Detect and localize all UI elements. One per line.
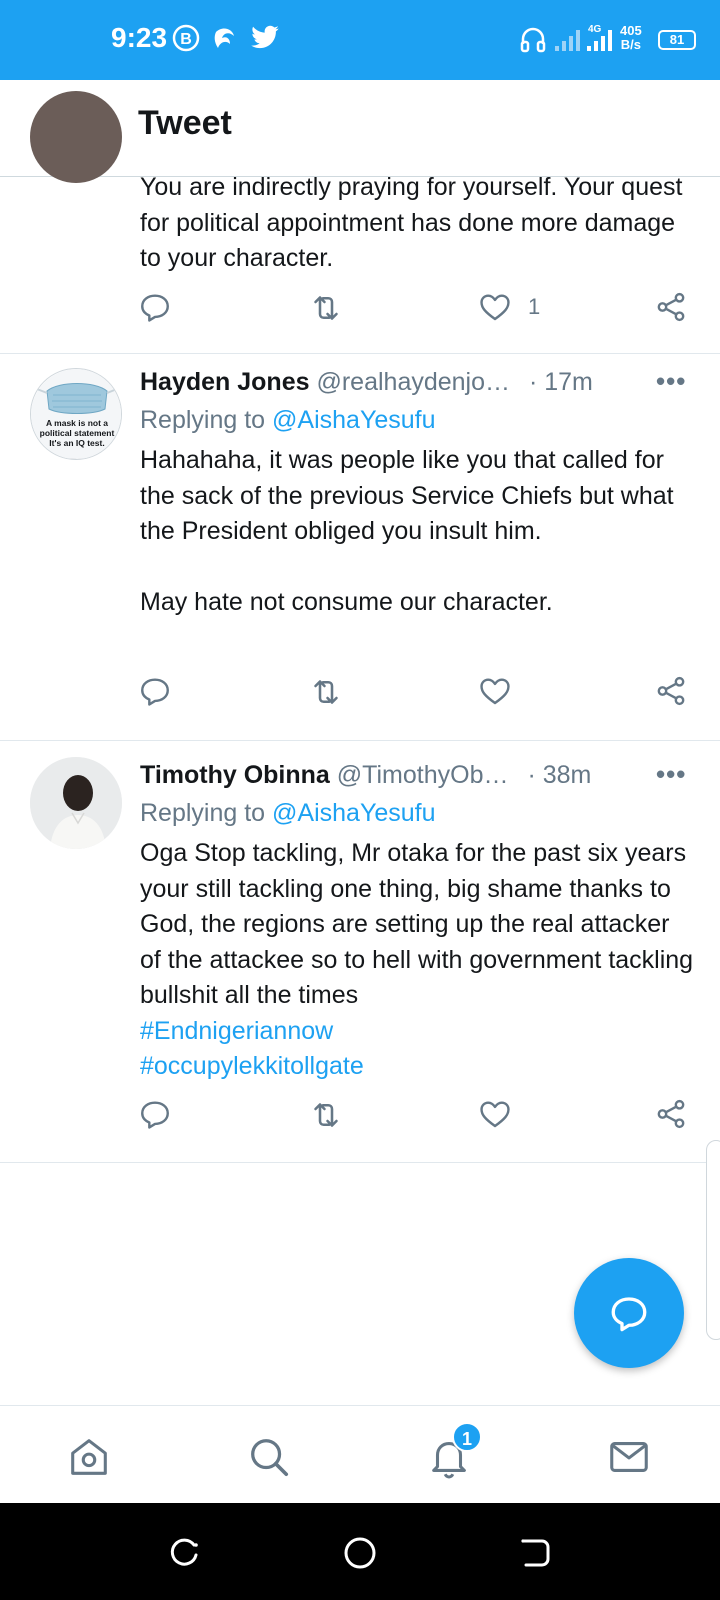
replying-to: Replying to @AishaYesufu xyxy=(140,799,435,828)
edge-panel-handle[interactable] xyxy=(706,1140,720,1340)
tweet-time: · 17m xyxy=(528,368,593,396)
vpn-b-icon: B xyxy=(172,22,200,59)
author-handle[interactable]: @TimothyOb… xyxy=(337,761,509,789)
status-time: 9:23 xyxy=(111,22,168,53)
notification-badge: 1 xyxy=(452,1422,482,1452)
reply-icon[interactable] xyxy=(138,290,174,326)
headphones-icon xyxy=(520,26,546,59)
share-icon[interactable] xyxy=(654,290,690,326)
compose-reply-icon xyxy=(611,1297,647,1332)
home-button-icon[interactable] xyxy=(340,1533,380,1573)
reply-icon[interactable] xyxy=(138,1097,174,1133)
home-icon[interactable] xyxy=(66,1434,114,1482)
mention-link[interactable]: @AishaYesufu xyxy=(272,406,435,434)
search-icon[interactable] xyxy=(246,1434,294,1482)
author-name[interactable]: Timothy Obinna xyxy=(140,761,330,789)
tweet-actions: 1 xyxy=(0,290,720,330)
bottom-navigation: 1 xyxy=(0,1405,720,1503)
network-speed: 405 B/s xyxy=(620,24,642,52)
replying-to: Replying to @AishaYesufu xyxy=(140,406,435,435)
network-speed-value: 405 xyxy=(620,23,642,38)
hashtag-link[interactable]: #occupylekkitollgate xyxy=(140,1049,695,1085)
retweet-icon[interactable] xyxy=(308,674,344,710)
reply-icon[interactable] xyxy=(138,674,174,710)
svg-text:B: B xyxy=(180,31,192,48)
hashtag-link[interactable]: #Endnigeriannow xyxy=(140,1014,695,1050)
tweet-item[interactable]: Timothy Obinna @TimothyOb… · 38m ••• Rep… xyxy=(0,741,720,1163)
signal-weak-icon xyxy=(554,26,582,57)
avatar-caption-1: A mask is not a xyxy=(46,418,108,428)
tweet-text: Oga Stop tackling, Mr otaka for the past… xyxy=(140,839,694,1009)
recent-apps-icon[interactable] xyxy=(164,1533,204,1573)
status-bar: 9:23 B 4G 405 B/s 81 xyxy=(0,0,720,80)
avatar[interactable]: A mask is not a political statement It's… xyxy=(30,368,122,460)
avatar-caption-2: political statement xyxy=(40,428,115,438)
messages-icon[interactable] xyxy=(606,1434,654,1482)
network-type-label: 4G xyxy=(588,24,602,35)
tweet-item[interactable]: You are indirectly praying for yourself.… xyxy=(0,91,720,354)
network-speed-unit: B/s xyxy=(620,37,641,52)
retweet-icon[interactable] xyxy=(308,1097,344,1133)
like-count: 1 xyxy=(528,294,541,319)
tweet-text: Hahahaha, it was people like you that ca… xyxy=(140,446,674,616)
replying-label: Replying to xyxy=(140,799,273,827)
avatar[interactable] xyxy=(30,757,122,849)
tweet-actions xyxy=(0,1097,720,1137)
tweet-text: You are indirectly praying for yourself.… xyxy=(140,173,690,272)
twitter-bird-icon xyxy=(250,22,280,57)
avatar[interactable] xyxy=(30,91,122,183)
share-icon[interactable] xyxy=(654,674,690,710)
back-gesture-icon[interactable] xyxy=(516,1533,556,1573)
signal-4g-icon: 4G xyxy=(586,22,616,59)
more-options-button[interactable]: ••• xyxy=(656,759,686,790)
tweet-author-line: Hayden Jones @realhaydenjo… · 17m xyxy=(140,368,593,402)
mention-link[interactable]: @AishaYesufu xyxy=(272,799,435,827)
author-handle[interactable]: @realhaydenjo… xyxy=(316,368,510,396)
tweet-time: · 38m xyxy=(527,761,592,789)
like-icon[interactable] xyxy=(478,1097,514,1133)
avatar-caption-3: It's an IQ test. xyxy=(49,438,104,448)
battery-indicator: 81 xyxy=(658,30,696,50)
app-notification-icon xyxy=(212,22,238,59)
like-icon[interactable] xyxy=(478,674,514,710)
tweet-author-line: Timothy Obinna @TimothyOb… · 38m xyxy=(140,761,591,795)
tweet-text-block: Oga Stop tackling, Mr otaka for the past… xyxy=(140,836,695,1085)
author-name[interactable]: Hayden Jones xyxy=(140,368,310,396)
system-navigation-bar xyxy=(0,1503,720,1600)
page-title: Tweet xyxy=(138,104,232,142)
like-icon[interactable] xyxy=(478,290,514,326)
tweet-actions xyxy=(0,674,720,714)
share-icon[interactable] xyxy=(654,1097,690,1133)
retweet-icon[interactable] xyxy=(308,290,344,326)
replying-label: Replying to xyxy=(140,406,273,434)
more-options-button[interactable]: ••• xyxy=(656,366,686,397)
compose-reply-button[interactable] xyxy=(574,1258,684,1368)
tweet-item[interactable]: A mask is not a political statement It's… xyxy=(0,354,720,741)
